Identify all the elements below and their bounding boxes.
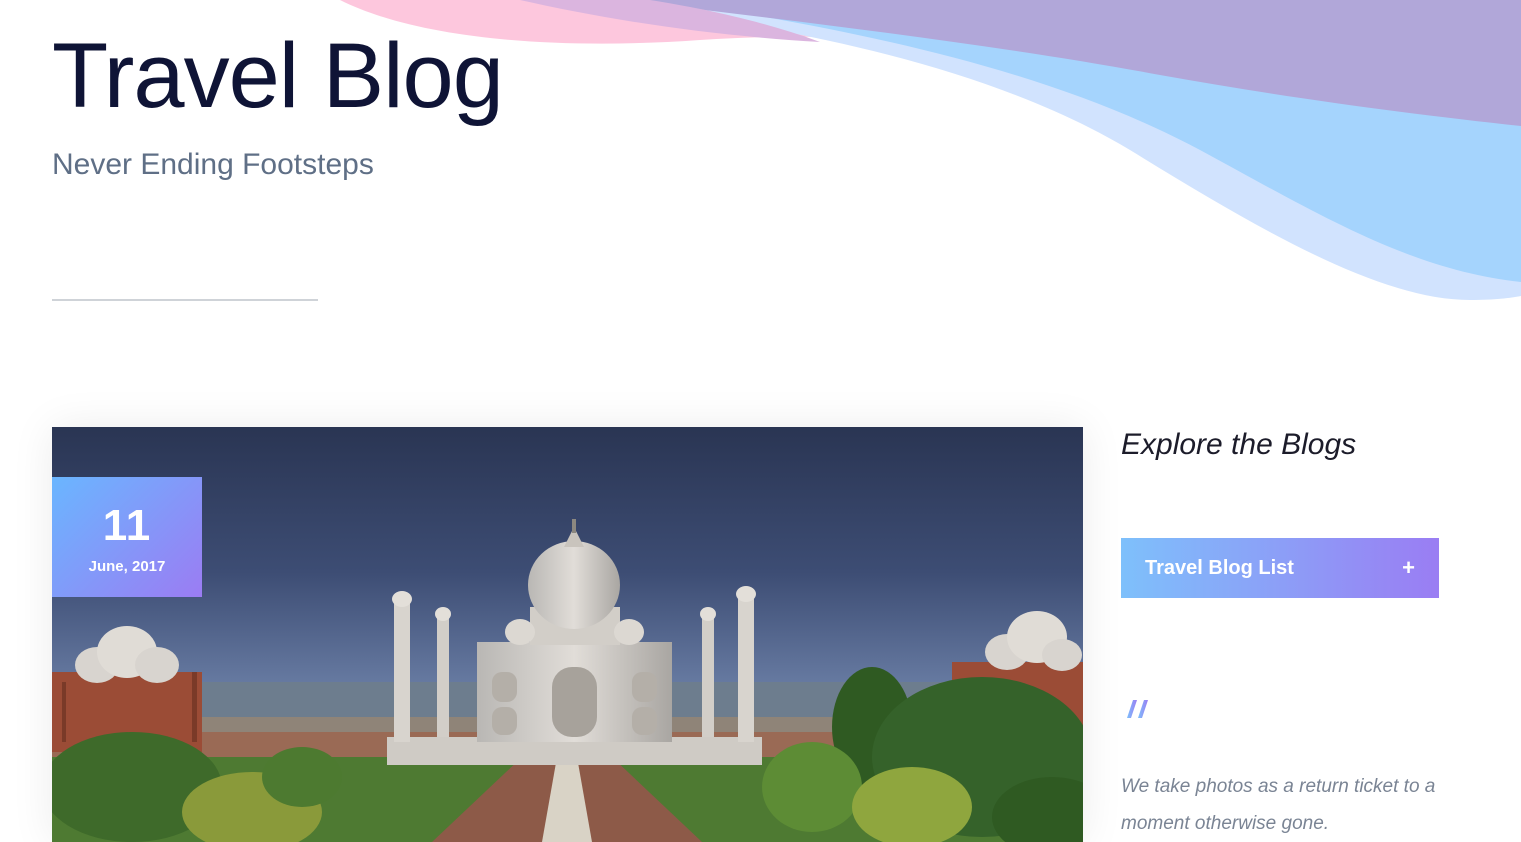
travel-blog-list-toggle[interactable]: Travel Blog List + xyxy=(1121,538,1439,598)
post-date-day: 11 xyxy=(102,501,152,550)
post-date-month-year: June, 2017 xyxy=(88,558,166,575)
sidebar-heading: Explore the Blogs xyxy=(1121,428,1357,461)
page-title: Travel Blog xyxy=(52,25,504,127)
blog-post-card[interactable]: 11 June, 2017 xyxy=(52,427,1083,842)
page-subtitle: Never Ending Footsteps xyxy=(52,148,374,181)
page: Travel Blog Never Ending Footsteps 11 Ju… xyxy=(0,0,1521,842)
quote-mark-icon xyxy=(1127,700,1148,718)
sidebar-quote: We take photos as a return ticket to a m… xyxy=(1121,776,1436,834)
taj-mahal-photo[interactable] xyxy=(52,427,1083,842)
plus-icon: + xyxy=(1402,555,1415,580)
divider xyxy=(52,299,318,301)
post-date-badge: 11 June, 2017 xyxy=(52,477,202,597)
travel-blog-list-label: Travel Blog List xyxy=(1145,556,1294,579)
